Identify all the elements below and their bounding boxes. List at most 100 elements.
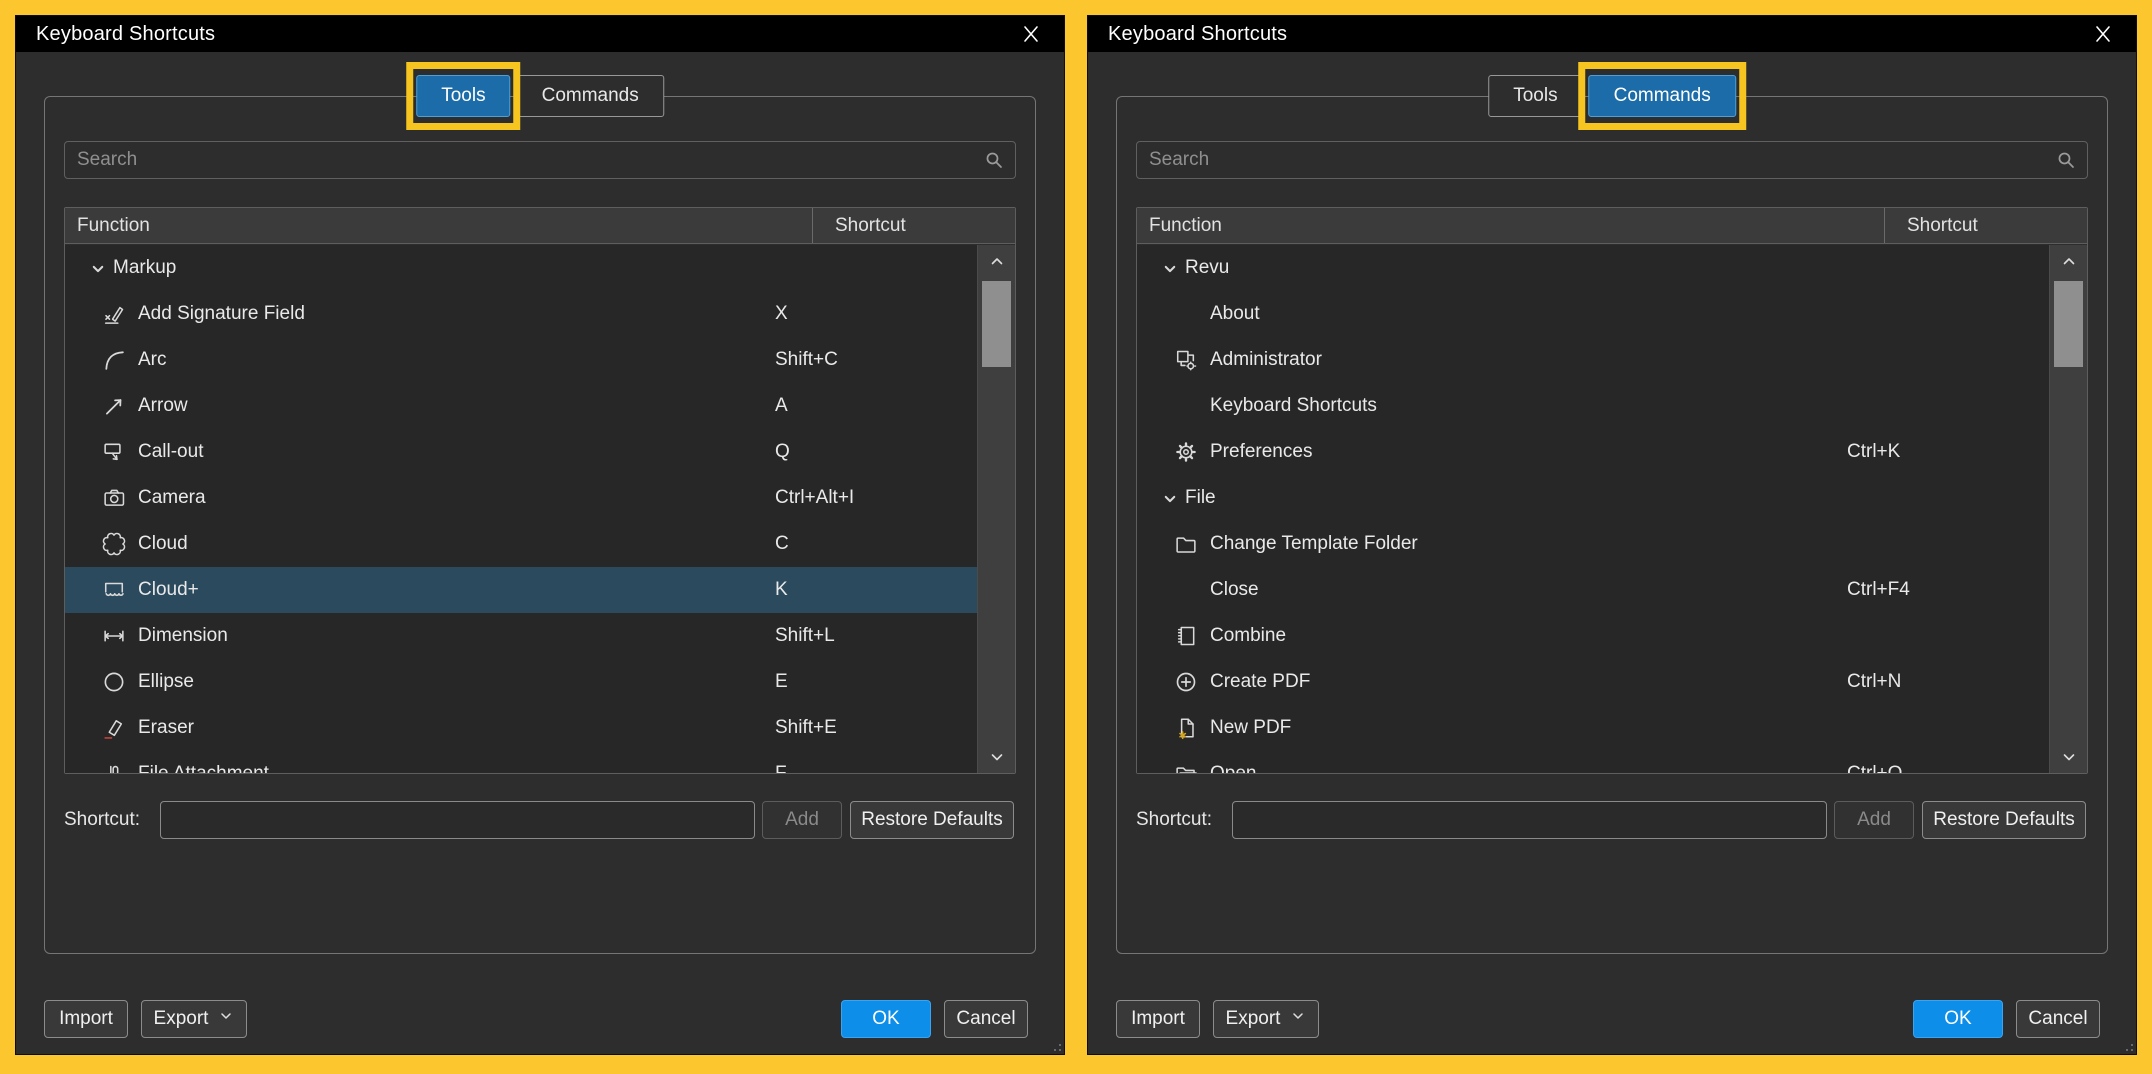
- function-label: Cloud: [138, 521, 188, 567]
- function-label: Add Signature Field: [138, 291, 305, 337]
- function-row-about[interactable]: About: [1137, 291, 2049, 337]
- export-button[interactable]: Export: [141, 1000, 247, 1038]
- function-row-preferences[interactable]: Preferences Ctrl+K: [1137, 429, 2049, 475]
- folder-open-icon: [1173, 761, 1199, 773]
- group-row-file[interactable]: File: [1137, 475, 2049, 521]
- function-row-close[interactable]: Close Ctrl+F4: [1137, 567, 2049, 613]
- group-row-markup[interactable]: Markup: [65, 245, 977, 291]
- shortcut-value: Ctrl+O: [1847, 751, 1902, 773]
- function-label: Preferences: [1210, 429, 1312, 475]
- function-row-change-template-folder[interactable]: Change Template Folder: [1137, 521, 2049, 567]
- function-row-eraser[interactable]: Eraser Shift+E: [65, 705, 977, 751]
- close-icon[interactable]: [1018, 21, 1044, 47]
- column-header-function: Function: [65, 208, 813, 243]
- function-label: Cloud+: [138, 567, 199, 613]
- scrollbar-thumb[interactable]: [982, 281, 1011, 367]
- scrollbar-thumb[interactable]: [2054, 281, 2083, 367]
- function-row-create-pdf[interactable]: Create PDFCtrl+N: [1137, 659, 2049, 705]
- shortcut-editor: Shortcut: Add Restore Defaults: [1136, 801, 2088, 839]
- import-button[interactable]: Import: [1116, 1000, 1200, 1038]
- export-button[interactable]: Export: [1213, 1000, 1319, 1038]
- function-label: Administrator: [1210, 337, 1322, 383]
- function-row-new-pdf[interactable]: New PDF: [1137, 705, 2049, 751]
- restore-defaults-button[interactable]: Restore Defaults: [850, 801, 1014, 839]
- shortcut-input[interactable]: [1232, 801, 1827, 839]
- dialog-title: Keyboard Shortcuts: [1108, 23, 1287, 46]
- function-row-arrow[interactable]: ArrowA: [65, 383, 977, 429]
- scroll-up-button[interactable]: [2050, 245, 2087, 277]
- function-label: Eraser: [138, 705, 194, 751]
- resize-grip[interactable]: [2123, 1041, 2133, 1051]
- function-row-dimension[interactable]: DimensionShift+L: [65, 613, 977, 659]
- chevron-down-icon[interactable]: [85, 256, 109, 280]
- shortcut-input[interactable]: [160, 801, 755, 839]
- shortcut-value: Shift+L: [775, 613, 835, 659]
- add-button[interactable]: Add: [1834, 801, 1914, 839]
- function-row-ellipse[interactable]: EllipseE: [65, 659, 977, 705]
- shortcut-value: Ctrl+K: [1847, 429, 1900, 475]
- function-row-file-attachment[interactable]: File AttachmentF: [65, 751, 977, 773]
- function-row-call-out[interactable]: Call-out Q: [65, 429, 977, 475]
- function-label: Revu: [1185, 245, 1229, 291]
- search-input[interactable]: [64, 141, 1016, 179]
- tab-tools[interactable]: Tools: [1488, 75, 1582, 117]
- scroll-down-button[interactable]: [978, 741, 1015, 773]
- group-row-revu[interactable]: Revu: [1137, 245, 2049, 291]
- chevron-down-icon[interactable]: [1157, 256, 1181, 280]
- paperclip-icon: [101, 761, 127, 773]
- search-icon: [982, 148, 1006, 172]
- scroll-down-button[interactable]: [2050, 741, 2087, 773]
- tab-commands[interactable]: Commands: [517, 75, 664, 117]
- tab-highlight-frame: Commands: [1589, 75, 1736, 117]
- chevron-down-icon[interactable]: [1157, 486, 1181, 510]
- column-header-function: Function: [1137, 208, 1885, 243]
- administrator-icon: [1173, 347, 1199, 373]
- function-label: Close: [1210, 567, 1259, 613]
- shortcut-value: Shift+E: [775, 705, 837, 751]
- function-label: Open: [1210, 751, 1256, 773]
- function-row-combine[interactable]: Combine: [1137, 613, 2049, 659]
- close-icon[interactable]: [2090, 21, 2116, 47]
- footer-bar: Import Export OK Cancel: [1116, 1000, 2100, 1038]
- gold-frame: Keyboard Shortcuts Tools Commands: [0, 0, 2152, 1074]
- import-button[interactable]: Import: [44, 1000, 128, 1038]
- shortcut-field-label: Shortcut:: [1136, 809, 1232, 831]
- shortcut-table: Function Shortcut MarkupAdd Signature Fi…: [64, 207, 1016, 774]
- tab-highlight-frame: Commands: [517, 75, 664, 117]
- shortcut-field-label: Shortcut:: [64, 809, 160, 831]
- function-row-camera[interactable]: CameraCtrl+Alt+I: [65, 475, 977, 521]
- function-label: New PDF: [1210, 705, 1291, 751]
- titlebar: Keyboard Shortcuts: [1088, 16, 2136, 52]
- scrollbar[interactable]: [2049, 245, 2087, 773]
- scroll-up-button[interactable]: [978, 245, 1015, 277]
- cancel-button[interactable]: Cancel: [2016, 1000, 2100, 1038]
- shortcut-list: MarkupAdd Signature FieldXArcShift+CArro…: [65, 245, 977, 773]
- function-row-keyboard-shortcuts[interactable]: Keyboard Shortcuts: [1137, 383, 2049, 429]
- dimension-icon: [101, 623, 127, 649]
- function-row-cloud-[interactable]: Cloud+K: [65, 567, 977, 613]
- function-row-add-signature-field[interactable]: Add Signature FieldX: [65, 291, 977, 337]
- search-input[interactable]: [1136, 141, 2088, 179]
- function-row-cloud[interactable]: CloudC: [65, 521, 977, 567]
- arc-icon: [101, 347, 127, 373]
- table-header: Function Shortcut: [65, 208, 1015, 244]
- function-row-administrator[interactable]: Administrator: [1137, 337, 2049, 383]
- scrollbar[interactable]: [977, 245, 1015, 773]
- restore-defaults-button[interactable]: Restore Defaults: [1922, 801, 2086, 839]
- function-row-open[interactable]: Open Ctrl+O: [1137, 751, 2049, 773]
- ok-button[interactable]: OK: [1913, 1000, 2003, 1038]
- tab-tools[interactable]: Tools: [416, 75, 510, 117]
- shortcut-value: Q: [775, 429, 790, 475]
- function-label: File: [1185, 475, 1216, 521]
- add-button[interactable]: Add: [762, 801, 842, 839]
- resize-grip[interactable]: [1051, 1041, 1061, 1051]
- combine-icon: [1173, 623, 1199, 649]
- ok-button[interactable]: OK: [841, 1000, 931, 1038]
- function-label: Call-out: [138, 429, 203, 475]
- cancel-button[interactable]: Cancel: [944, 1000, 1028, 1038]
- function-row-arc[interactable]: ArcShift+C: [65, 337, 977, 383]
- tab-commands[interactable]: Commands: [1589, 75, 1736, 117]
- table-header: Function Shortcut: [1137, 208, 2087, 244]
- shortcut-editor: Shortcut: Add Restore Defaults: [64, 801, 1016, 839]
- shortcut-value: Ctrl+F4: [1847, 567, 1910, 613]
